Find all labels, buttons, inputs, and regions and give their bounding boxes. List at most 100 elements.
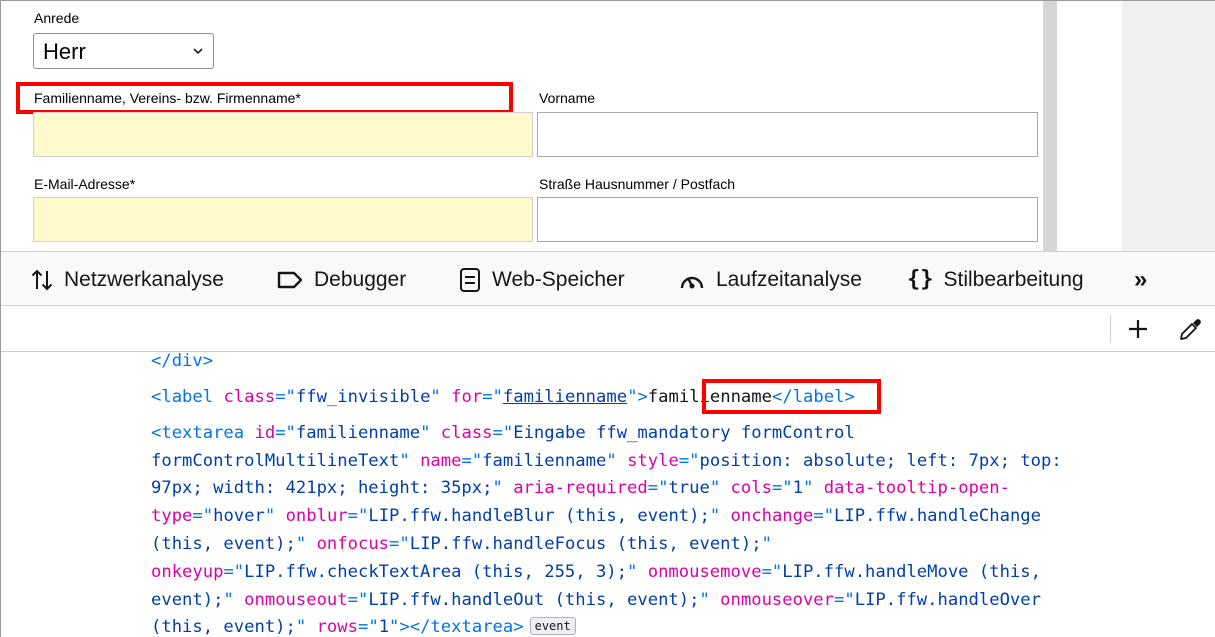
inspector-toolbar [1, 306, 1215, 352]
attr-eq: =" [813, 506, 835, 526]
code-line-textarea-cont[interactable]: onkeyup =" LIP.ffw.checkTextArea (this, 25… [151, 560, 1041, 584]
code-line-textarea-cont[interactable]: formControlMultilineText" name="familien… [151, 449, 1062, 473]
attr-eq: =" [761, 562, 783, 582]
attr-eq: =" [482, 387, 503, 407]
attr-value: true [668, 478, 710, 498]
attr-quote: " [295, 534, 307, 554]
attr-value: LIP.ffw.handleChange [834, 506, 1042, 526]
attr-quote: " [399, 451, 410, 471]
attr-name: data-tooltip-open- [813, 478, 1010, 498]
toolbar-divider [1110, 315, 1111, 343]
devtools-tab-bar: Netzwerkanalyse Debugger Web-Speicher La… [1, 251, 1215, 306]
anrede-select[interactable]: Herr [33, 33, 214, 69]
attr-value: LIP.ffw.checkTextArea (this, 255, 3); [244, 562, 628, 582]
more-tabs-button[interactable]: » [1134, 252, 1147, 307]
anrede-selected-value: Herr [43, 39, 86, 64]
attr-name: onmousemove [637, 562, 762, 582]
tab-stilbearbeitung[interactable]: {} Stilbearbeitung [907, 252, 1084, 307]
attr-value: LIP.ffw.handleOver [854, 590, 1041, 610]
attr-eq: =" [357, 617, 379, 637]
attr-name: onkeyup [151, 562, 224, 582]
attr-name: onmouseout [233, 590, 348, 610]
add-node-icon[interactable] [1127, 318, 1149, 340]
email-input[interactable] [33, 197, 533, 242]
attr-value: (this, event); [151, 617, 296, 637]
vorname-label: Vorname [539, 90, 596, 106]
end-tag: </textarea> [409, 617, 524, 637]
attr-value: position: absolute; left: 7px; top: [699, 451, 1062, 471]
event-badge[interactable]: event [529, 617, 576, 635]
tag-name: <label [151, 387, 214, 407]
attr-value: 1 [792, 478, 803, 498]
strasse-input[interactable] [537, 197, 1038, 242]
attr-name: rows [306, 617, 358, 637]
debugger-icon [277, 271, 303, 288]
chevron-down-icon [193, 48, 203, 55]
attr-eq: =" [834, 590, 855, 610]
attr-quote: " [223, 590, 234, 610]
code-line-textarea-cont[interactable]: type="hover" onblur="LIP.ffw.handleBlur … [151, 504, 1041, 528]
attr-value: event); [151, 590, 224, 610]
attr-value: LIP.ffw.handleMove (this, [782, 562, 1041, 582]
attr-quote: " [627, 387, 638, 407]
tab-label: Debugger [314, 267, 407, 291]
form-scrollbar[interactable] [1043, 1, 1057, 251]
attr-eq: =" [347, 590, 369, 610]
tab-label: Stilbearbeitung [943, 267, 1084, 291]
tab-laufzeitanalyse[interactable]: Laufzeitanalyse [678, 252, 862, 307]
code-line-textarea[interactable]: <textarea id="familienname" class="Einga… [151, 421, 855, 445]
attr-name: onmouseover [709, 590, 835, 610]
attr-quote: " [699, 590, 710, 610]
highlight-box [16, 82, 513, 114]
attr-name: style [616, 451, 679, 471]
attr-name: class [213, 387, 276, 407]
tab-netzwerkanalyse[interactable]: Netzwerkanalyse [30, 252, 224, 307]
code-line-textarea-cont[interactable]: 97px; width: 421px; height: 35px;" aria-… [151, 476, 1010, 500]
attr-name: name [409, 451, 462, 471]
eyedropper-icon[interactable] [1177, 317, 1203, 343]
vorname-input[interactable] [537, 112, 1038, 157]
tag-close: > [399, 617, 410, 637]
attr-name: type [151, 506, 193, 526]
attr-eq: =" [347, 506, 369, 526]
attr-value: Eingabe ffw_mandatory formControl [513, 423, 855, 443]
attr-name: aria-required [502, 478, 648, 498]
strasse-label: Straße Hausnummer / Postfach [539, 176, 736, 192]
performance-gauge-icon [680, 276, 704, 288]
attr-value: formControlMultilineText [151, 451, 400, 471]
code-line-textarea-cont[interactable]: (this, event);" rows="1"></textarea> even… [151, 615, 576, 637]
braces-icon: {} [907, 267, 934, 292]
tab-label: Web-Speicher [492, 267, 625, 291]
code-line-textarea-cont[interactable]: event);" onmouseout="LIP.ffw.handleOut (… [151, 588, 1041, 612]
highlight-box [702, 379, 881, 414]
code-line-textarea-cont[interactable]: (this, event);" onfocus="LIP.ffw.handleF… [151, 532, 772, 556]
tab-label: Netzwerkanalyse [64, 267, 224, 291]
attr-value: ffw_invisible [295, 387, 431, 407]
attr-eq: =" [192, 506, 214, 526]
attr-value: LIP.ffw.handleOut (this, event); [368, 590, 700, 610]
attr-name: cols [720, 478, 772, 498]
attr-quote: " [761, 534, 772, 554]
attr-quote: " [627, 562, 638, 582]
attr-value: (this, event); [151, 534, 296, 554]
for-link[interactable]: familienname [503, 387, 627, 407]
anrede-label: Anrede [34, 10, 80, 26]
attr-eq: =" [275, 387, 296, 407]
markup-view: </div> <label class="ffw_invisible" for=… [1, 349, 1215, 637]
page-side-area [1122, 1, 1215, 251]
familienname-input[interactable] [33, 112, 533, 157]
network-arrows-icon [31, 269, 53, 290]
tag-name: <textarea [151, 423, 245, 443]
attr-eq: =" [461, 451, 483, 471]
closing-tag: </div> [151, 351, 214, 371]
attr-name: class [430, 423, 493, 443]
tab-web-speicher[interactable]: Web-Speicher [458, 252, 625, 307]
attr-name: onchange [720, 506, 814, 526]
attr-name: id [244, 423, 276, 443]
tab-label: Laufzeitanalyse [716, 267, 862, 291]
tab-debugger[interactable]: Debugger [276, 252, 406, 307]
attr-value: familienname [295, 423, 421, 443]
attr-quote: " [264, 506, 276, 526]
code-line[interactable]: </div> [151, 349, 213, 373]
attr-name: onblur [275, 506, 348, 526]
